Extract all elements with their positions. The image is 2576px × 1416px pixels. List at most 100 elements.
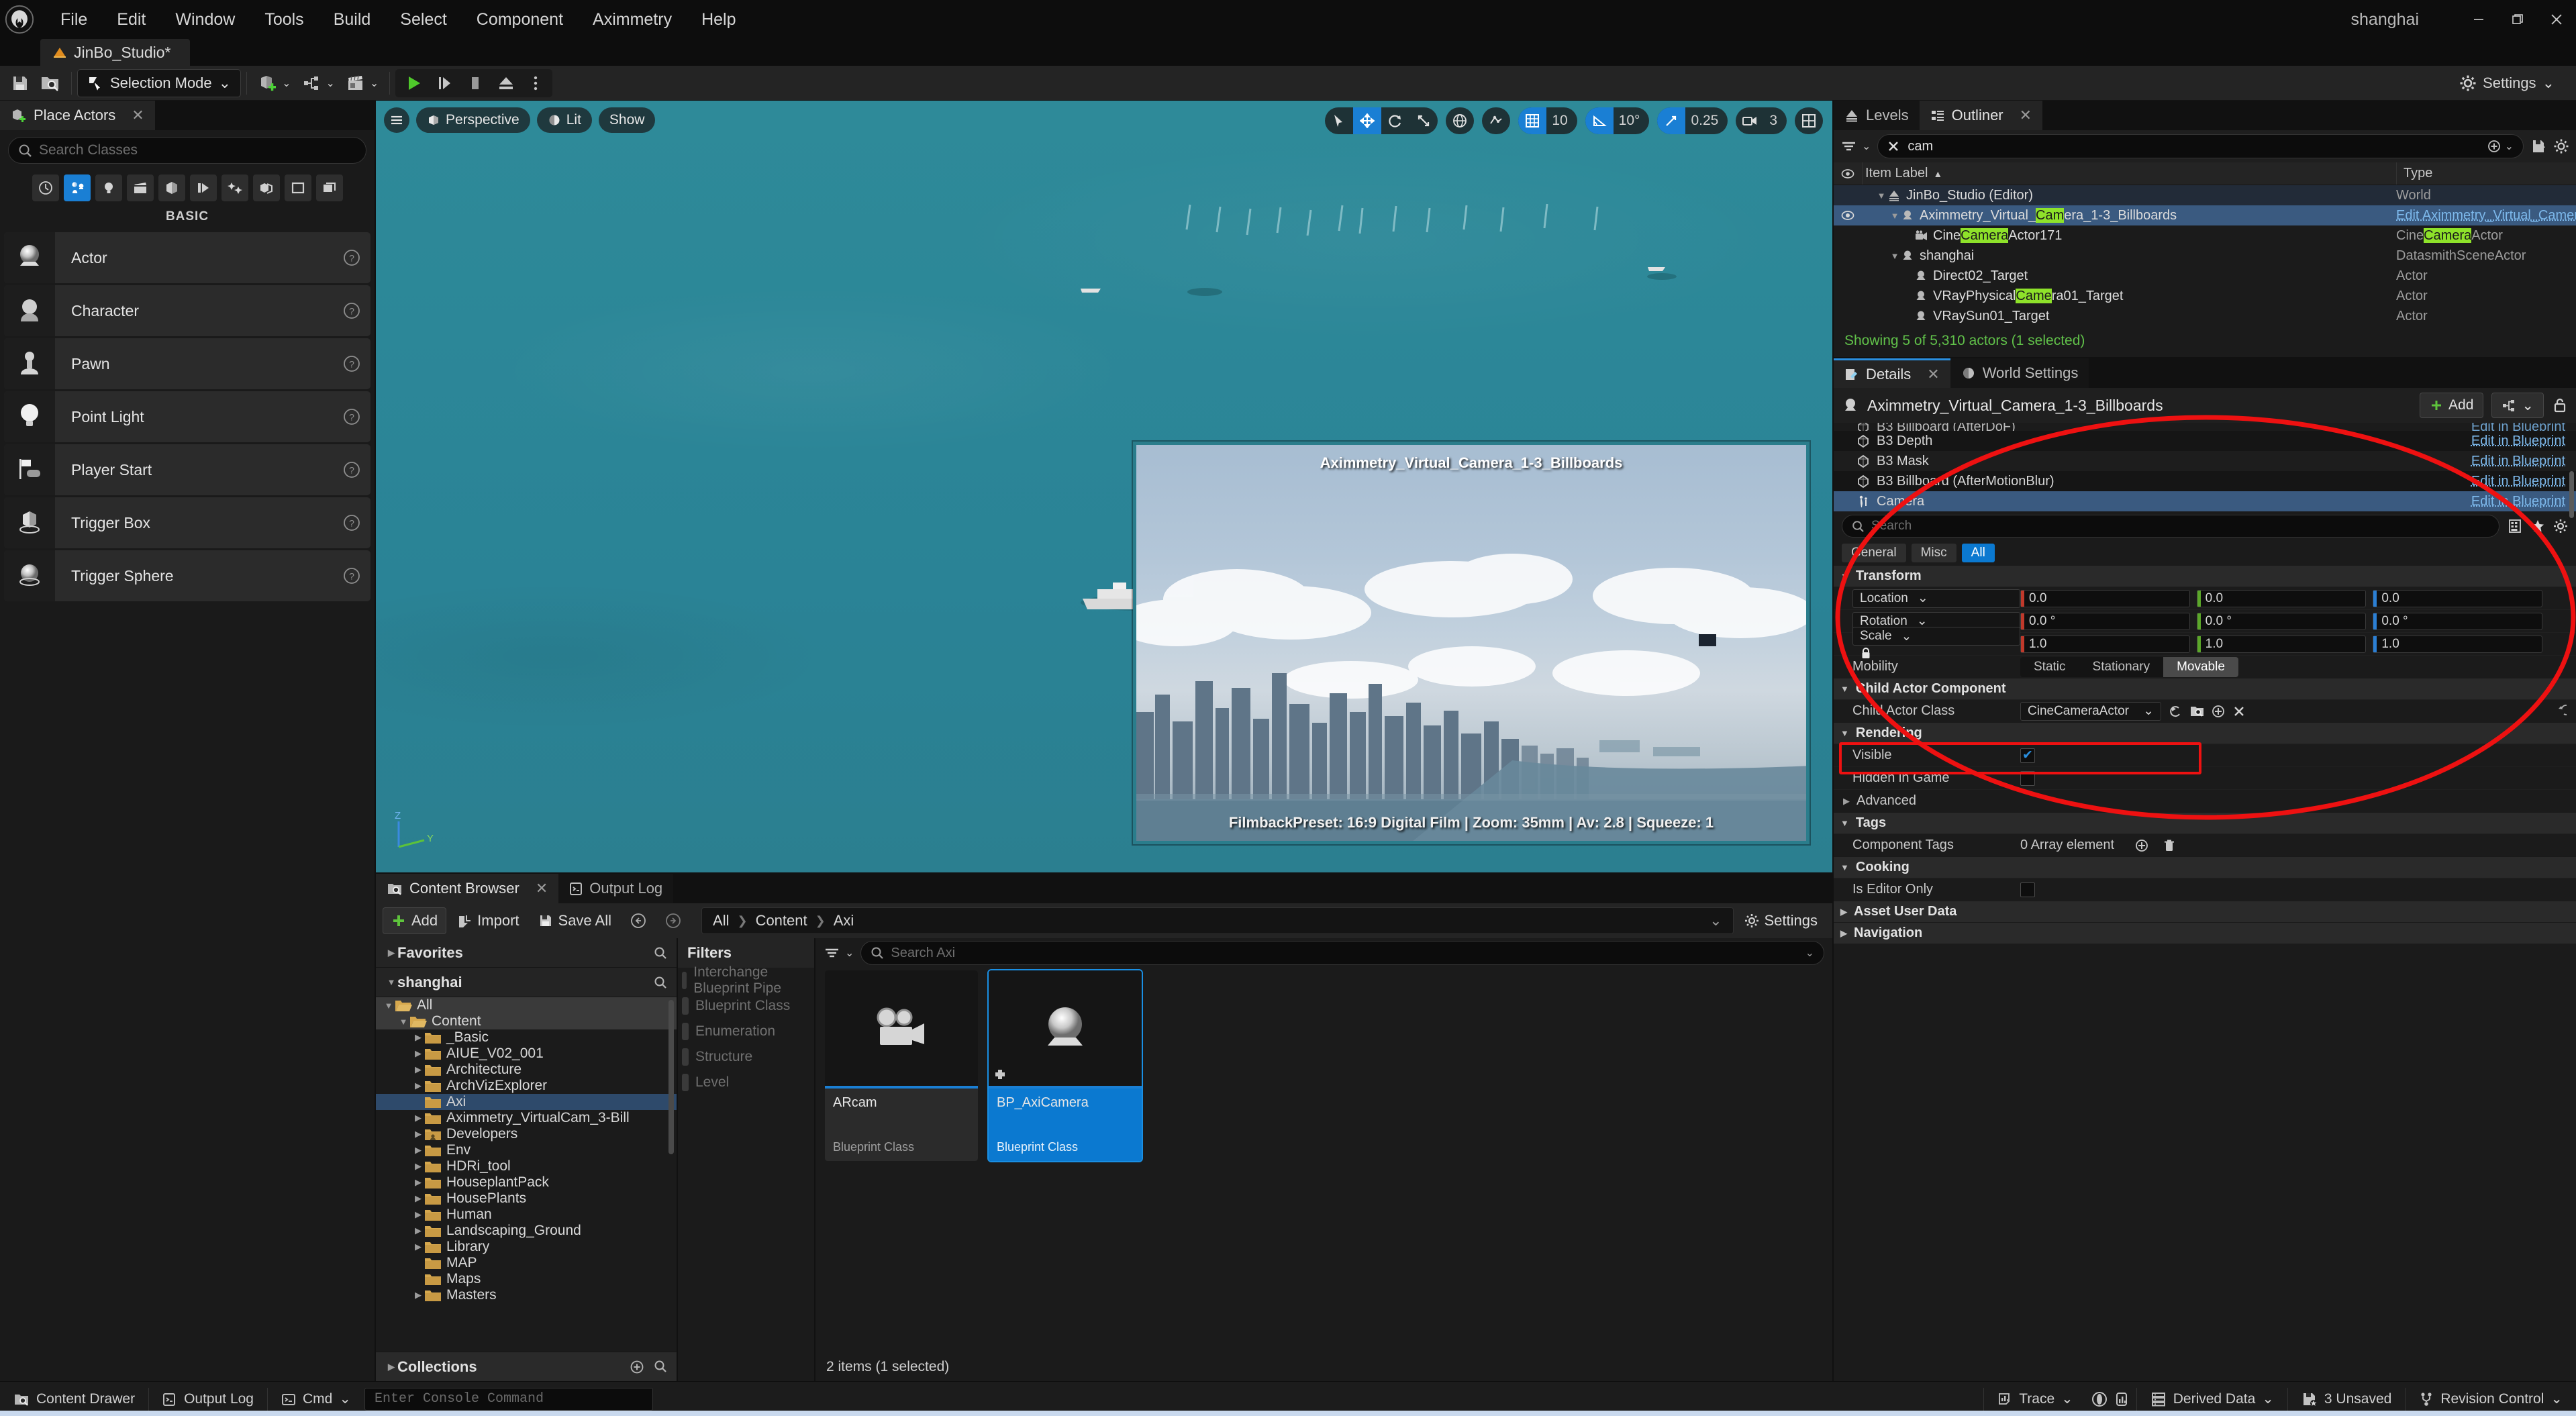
value-x-input[interactable]: 0.0 ° — [2020, 612, 2190, 630]
details-search-box[interactable] — [1842, 515, 2499, 538]
scale-snap-value[interactable]: 0.25 — [1685, 113, 1728, 129]
folder-tree-row[interactable]: MAP — [376, 1255, 677, 1271]
cb-settings-button[interactable]: Settings — [1736, 907, 1826, 934]
level-viewport[interactable]: Perspective Lit Show 10 10° 0.25 3 Z Y A… — [376, 101, 1832, 872]
help-icon[interactable]: ? — [333, 408, 370, 425]
menu-file[interactable]: File — [46, 0, 102, 39]
hidden-in-game-checkbox[interactable] — [2020, 770, 2035, 786]
breadcrumb-axi[interactable]: Axi — [834, 912, 854, 929]
list-item[interactable]: Trigger Sphere ? — [4, 550, 370, 601]
edit-blueprint-link[interactable]: Edit Aximmetry_Virtual_Camera_ — [2396, 208, 2576, 223]
grid-snap-icon[interactable] — [1518, 107, 1547, 134]
folder-tree-row[interactable]: ▶ _Basic — [376, 1029, 677, 1046]
details-search-input[interactable] — [1871, 519, 2489, 534]
outliner-search-input[interactable] — [1908, 138, 2479, 154]
rotate-tool-icon[interactable] — [1381, 107, 1409, 134]
details-filter-chip[interactable]: General — [1842, 544, 1906, 562]
value-x-input[interactable]: 1.0 — [2020, 635, 2190, 653]
search-classes-box[interactable] — [8, 137, 366, 164]
play-button[interactable] — [398, 69, 429, 97]
translate-tool-icon[interactable] — [1353, 107, 1382, 134]
breadcrumb-content[interactable]: Content — [756, 912, 807, 929]
edit-in-blueprint-link[interactable]: Edit in Blueprint — [2471, 423, 2576, 431]
close-icon[interactable]: ✕ — [2020, 107, 2032, 124]
property-section-header[interactable]: ▶ Asset User Data — [1834, 901, 2576, 922]
stop-button[interactable] — [460, 69, 491, 97]
favorites-header[interactable]: ▶ Favorites — [376, 938, 677, 968]
folder-tree-row[interactable]: Maps — [376, 1271, 677, 1287]
list-item[interactable]: Point Light ? — [4, 391, 370, 442]
value-x-input[interactable]: 0.0 — [2020, 589, 2190, 607]
tab-content-browser[interactable]: Content Browser ✕ — [376, 874, 559, 903]
outliner-save-icon[interactable] — [2530, 138, 2546, 154]
save-button[interactable] — [5, 69, 35, 97]
basic-icon[interactable] — [63, 174, 91, 201]
component-row[interactable]: B3 Billboard (AfterDoF) Edit in Blueprint — [1834, 423, 2576, 431]
close-icon[interactable]: ✕ — [536, 880, 548, 897]
property-section-header[interactable]: ▼ Cooking — [1834, 856, 2576, 878]
tab-outliner[interactable]: Outliner ✕ — [1919, 101, 2043, 130]
details-favorite-icon[interactable] — [2530, 519, 2545, 534]
details-filter-chip[interactable]: All — [1961, 544, 1995, 562]
scale-snap-icon[interactable] — [1657, 107, 1686, 134]
property-subsection[interactable]: ▶ Advanced — [1834, 793, 2020, 809]
cb-forward-button[interactable] — [657, 907, 689, 934]
use-selected-asset-icon[interactable] — [2168, 704, 2183, 719]
menu-aximmetry[interactable]: Aximmetry — [578, 0, 687, 39]
menu-help[interactable]: Help — [687, 0, 750, 39]
tab-place-actors[interactable]: Place Actors ✕ — [0, 101, 155, 130]
list-item[interactable]: Actor ? — [4, 232, 370, 283]
grid-snap-group[interactable]: 10 — [1518, 107, 1577, 134]
outliner-row[interactable]: VRayPhysicalCamera01_Target Actor — [1834, 286, 2576, 306]
visible-checkbox[interactable]: ✔ — [2020, 748, 2035, 763]
details-blueprint-dropdown[interactable]: ⌄ — [2491, 393, 2544, 418]
add-collection-icon[interactable] — [630, 1360, 644, 1374]
breadcrumb-all[interactable]: All — [713, 912, 729, 929]
folder-tree-row[interactable]: ▶ Architecture — [376, 1062, 677, 1078]
edit-in-blueprint-link[interactable]: Edit in Blueprint — [2471, 434, 2576, 449]
property-section-header[interactable]: ▼ Rendering — [1834, 722, 2576, 744]
browse-to-asset-icon[interactable] — [2189, 704, 2204, 719]
angle-snap-value[interactable]: 10° — [1614, 113, 1650, 129]
collections-search-icon[interactable] — [654, 1360, 667, 1374]
asset-tile[interactable]: ARcam Blueprint Class — [825, 970, 978, 1161]
folder-tree-row[interactable]: ▼ All — [376, 997, 677, 1013]
folder-tree-row[interactable]: ▶ Env — [376, 1142, 677, 1158]
outliner-row[interactable]: ▼ shanghai DatasmithSceneActor — [1834, 246, 2576, 266]
component-row[interactable]: B3 Depth Edit in Blueprint — [1834, 431, 2576, 451]
search-classes-input[interactable] — [39, 142, 356, 158]
asset-tile[interactable]: BP_AxiCamera Blueprint Class — [987, 969, 1143, 1162]
cinematics-dropdown[interactable]: ⌄ — [340, 69, 384, 97]
help-icon[interactable]: ? — [333, 249, 370, 266]
property-section-header[interactable]: ▼ Transform — [1834, 565, 2576, 587]
property-section-header[interactable]: ▼ Tags — [1834, 812, 2576, 833]
value-z-input[interactable]: 0.0 ° — [2373, 612, 2543, 630]
add-array-element-icon[interactable] — [2134, 838, 2149, 853]
assets-search-input[interactable] — [891, 945, 1799, 961]
minimize-button[interactable] — [2459, 0, 2498, 39]
value-y-input[interactable]: 1.0 — [2196, 635, 2367, 653]
edit-in-blueprint-link[interactable]: Edit in Blueprint — [2471, 494, 2576, 509]
outliner-search-box[interactable]: ⌄ — [1877, 134, 2524, 158]
scale-tool-icon[interactable] — [1409, 107, 1438, 134]
child-actor-class-dropdown[interactable]: CineCameraActor ⌄ — [2020, 701, 2161, 721]
world-space-icon[interactable] — [1446, 107, 1474, 134]
console-command-input[interactable]: Enter Console Command — [364, 1387, 653, 1411]
assets-search-box[interactable]: ⌄ — [860, 941, 1824, 965]
folder-tree-row[interactable]: ▶ Developers — [376, 1126, 677, 1142]
viewport-options-icon[interactable] — [384, 107, 409, 133]
list-item[interactable]: Character ? — [4, 285, 370, 336]
play-options-button[interactable] — [522, 69, 550, 97]
volumes-icon[interactable] — [221, 174, 248, 201]
outliner-row[interactable]: ▼ JinBo_Studio (Editor) World — [1834, 185, 2576, 205]
cb-import-button[interactable]: Import — [449, 907, 527, 934]
component-row[interactable]: B3 Billboard (AfterMotionBlur) Edit in Bl… — [1834, 471, 2576, 491]
cb-back-button[interactable] — [622, 907, 654, 934]
menu-edit[interactable]: Edit — [102, 0, 160, 39]
blueprints-dropdown[interactable]: ⌄ — [297, 69, 340, 97]
value-z-input[interactable]: 0.0 — [2373, 589, 2543, 607]
folder-tree-row[interactable]: ▶ HDRi_tool — [376, 1158, 677, 1174]
viewport-layout-button[interactable] — [1795, 107, 1823, 134]
geometry-icon[interactable] — [284, 174, 311, 201]
filter-row[interactable]: Structure — [678, 1044, 814, 1070]
